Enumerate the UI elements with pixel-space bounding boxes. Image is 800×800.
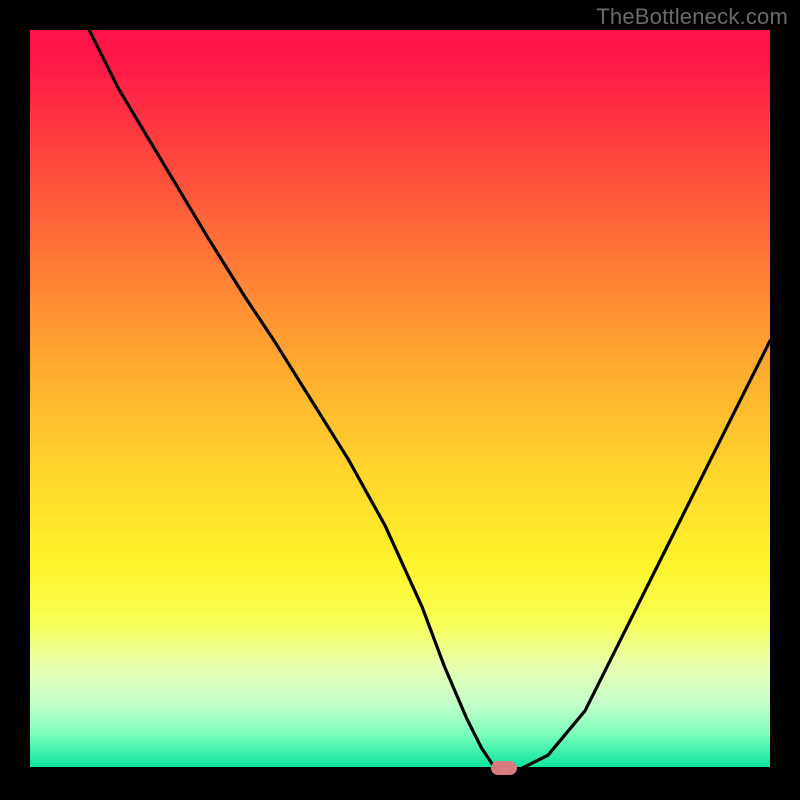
x-axis-baseline xyxy=(30,767,770,770)
plot-area xyxy=(30,30,770,770)
curve-path xyxy=(89,30,770,770)
optimal-marker xyxy=(491,761,517,775)
bottleneck-curve xyxy=(30,30,770,770)
watermark-text: TheBottleneck.com xyxy=(596,4,788,30)
